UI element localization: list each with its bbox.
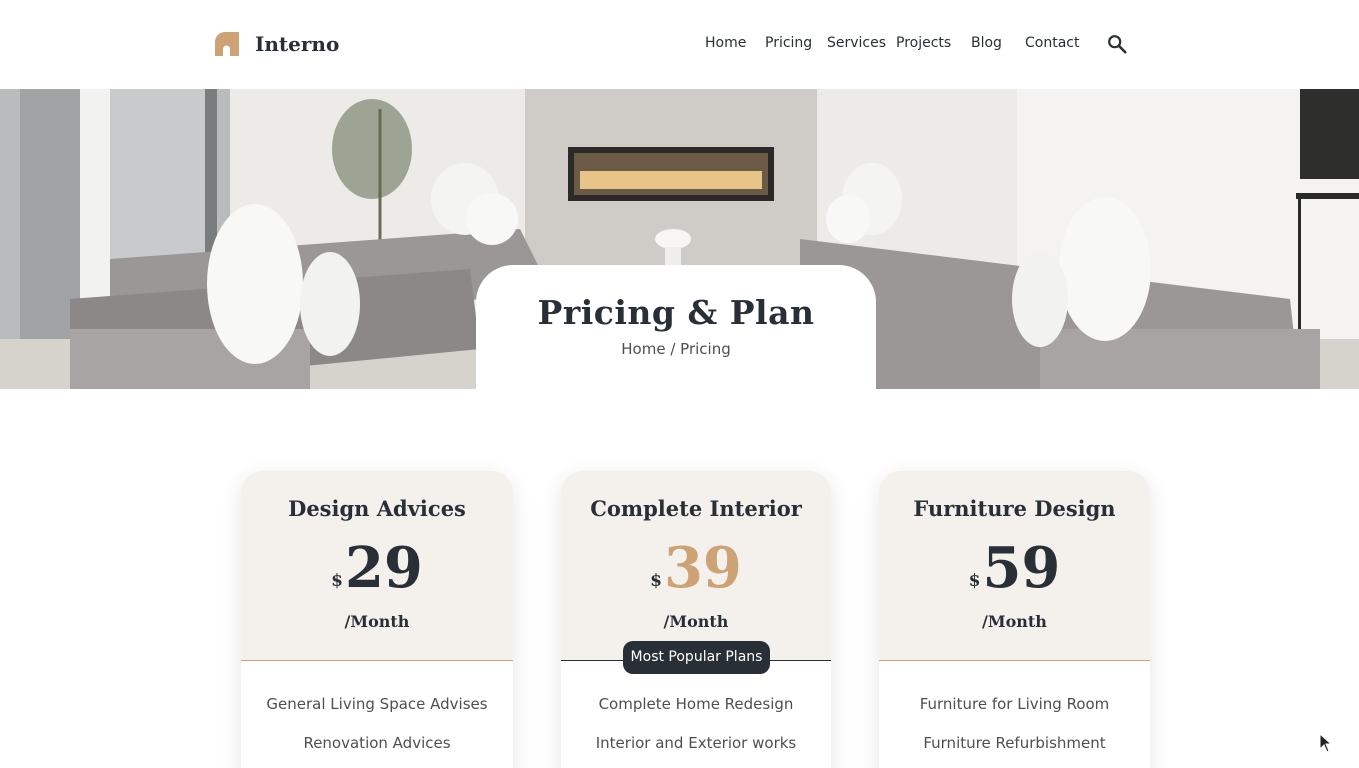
page-title: Pricing & Plan — [537, 293, 815, 332]
breadcrumb-home[interactable]: Home — [621, 340, 665, 358]
pricing-card-design-advices: Design Advices $ 29 /Month General Livin… — [241, 471, 513, 768]
plan-feature: Furniture for Living Room — [919, 695, 1110, 713]
price-currency: $ — [650, 571, 662, 591]
nav-item-blog[interactable]: Blog — [971, 35, 1002, 51]
plan-title: Design Advices — [288, 496, 466, 521]
logo-icon — [215, 32, 239, 56]
price-currency: $ — [331, 571, 343, 591]
card-divider — [241, 660, 513, 661]
brand-logo[interactable]: Interno — [215, 31, 339, 57]
site-header: Interno Home Pricing Services Projects B… — [0, 0, 1359, 89]
plan-price: $ 29 — [241, 535, 513, 601]
price-period: /Month — [663, 612, 729, 631]
brand-name: Interno — [255, 32, 340, 56]
card-divider — [879, 660, 1150, 661]
nav-item-projects[interactable]: Projects — [896, 35, 951, 51]
plan-feature: Furniture Refurbishment — [923, 734, 1106, 752]
price-amount: 59 — [982, 535, 1061, 601]
plan-price: $ 59 — [879, 535, 1150, 601]
most-popular-badge: Most Popular Plans — [623, 641, 770, 674]
breadcrumb-separator: / — [670, 340, 676, 358]
plan-feature: Renovation Advices — [303, 734, 451, 752]
price-currency: $ — [968, 571, 981, 591]
price-amount: 29 — [344, 535, 423, 601]
search-icon[interactable] — [1106, 33, 1128, 55]
nav-item-contact[interactable]: Contact — [1025, 35, 1079, 51]
plan-title: Complete Interior — [590, 496, 802, 521]
nav-item-pricing[interactable]: Pricing — [765, 35, 812, 51]
breadcrumb-current: Pricing — [680, 340, 731, 358]
price-amount: 39 — [663, 535, 742, 601]
mouse-pointer-icon — [1319, 733, 1333, 753]
pricing-card-furniture-design: Furniture Design $ 59 /Month Furniture f… — [879, 471, 1150, 768]
plan-feature: General Living Space Advises — [266, 695, 488, 713]
plan-feature: Complete Home Redesign — [598, 695, 794, 713]
page-title-card: Pricing & Plan Home / Pricing — [476, 265, 876, 389]
nav-item-home[interactable]: Home — [705, 35, 746, 51]
plan-feature: Interior and Exterior works — [595, 734, 797, 752]
breadcrumb: Home / Pricing — [476, 340, 876, 358]
price-period: /Month — [982, 612, 1047, 631]
nav-item-services[interactable]: Services — [827, 35, 886, 51]
price-period: /Month — [344, 612, 410, 631]
pricing-card-complete-interior: Complete Interior $ 39 /Month Complete H… — [561, 471, 831, 768]
plan-title: Furniture Design — [913, 496, 1116, 521]
plan-price: $ 39 — [561, 535, 831, 601]
